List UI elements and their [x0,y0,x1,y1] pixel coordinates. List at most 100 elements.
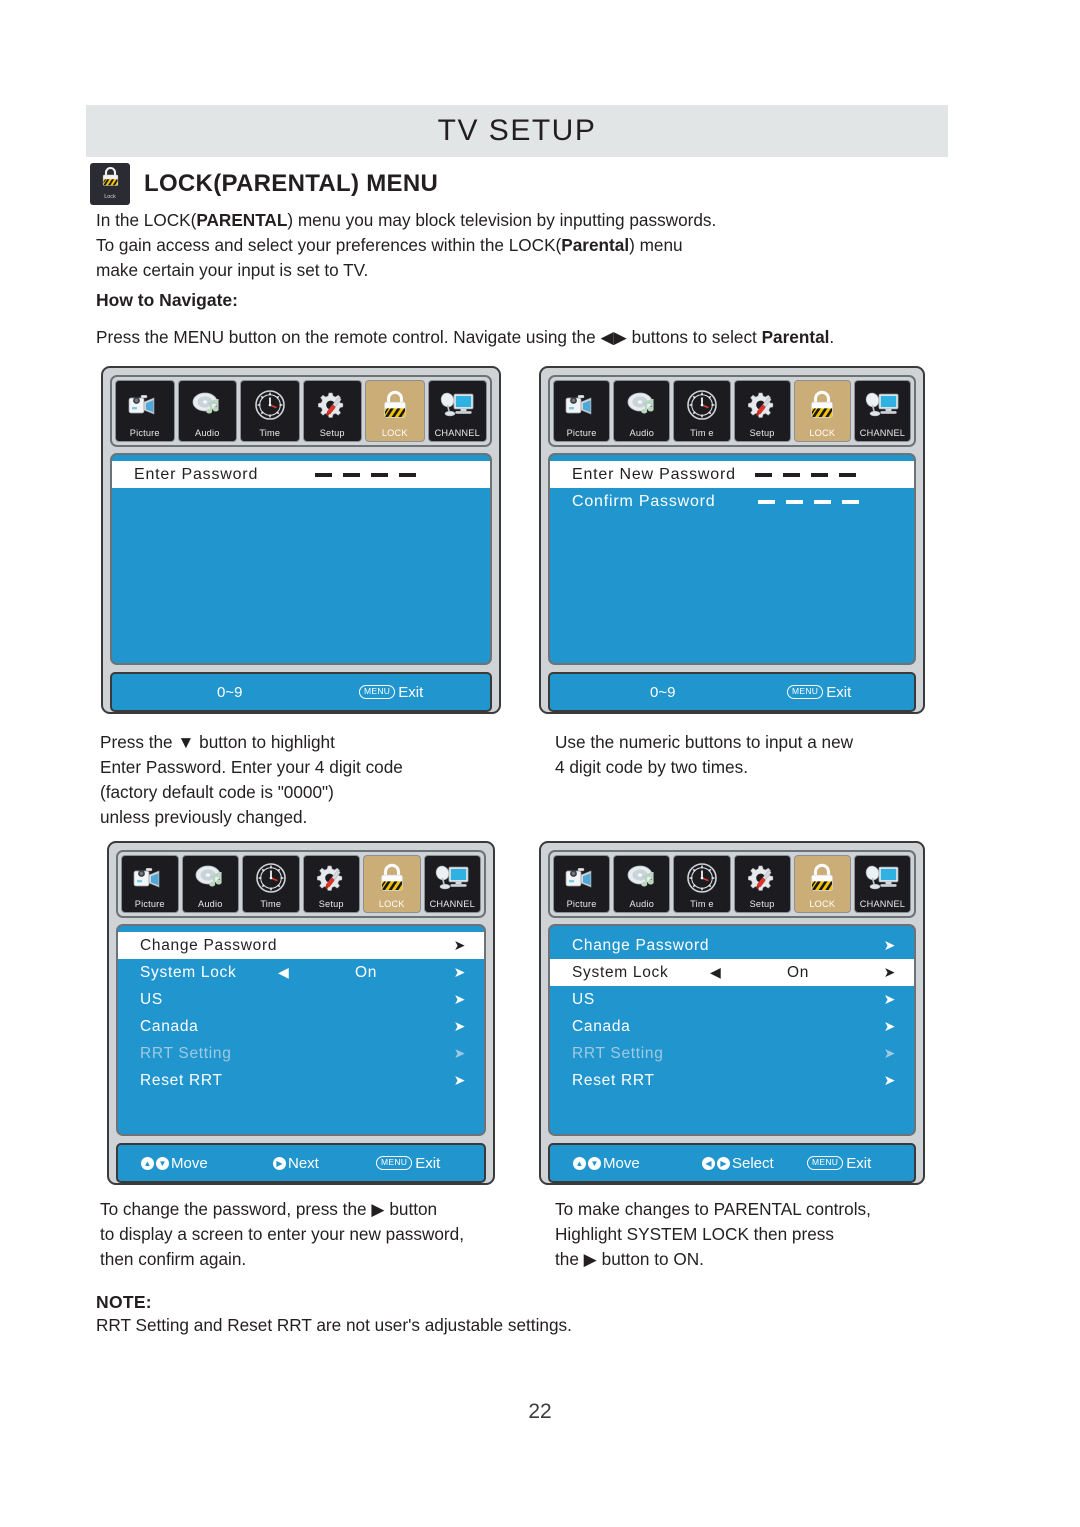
left-right-arrows-icon: ◀▶ [600,327,627,347]
menu-row-canada[interactable]: Canada ➤ [118,1013,484,1040]
submenu-arrow-icon[interactable]: ➤ [884,991,896,1008]
osd-tab-label: Tim e [690,428,714,438]
osd-tab-setup[interactable]: Setup [302,855,360,913]
osd-tab-lock[interactable]: LOCK [793,855,851,913]
intro-paragraph: In the LOCK(PARENTAL) menu you may block… [96,208,896,283]
footer-exit-label: Exit [846,1154,872,1172]
intro-line2-bold: Parental [561,235,630,255]
menu-row-label: Canada [140,1017,199,1035]
osd-tab-time[interactable]: Time [240,380,300,442]
menu-row-label: Reset RRT [572,1071,655,1089]
footer-exit-hint[interactable]: MENU Exit [376,1155,440,1172]
camcorder-icon [554,381,609,428]
submenu-arrow-icon[interactable]: ➤ [884,964,896,981]
page-title: TV SETUP [437,114,597,147]
osd-tab-channel[interactable]: CHANNEL [427,380,487,442]
osd-tab-bar: Picture Audio Time Setup LOCK CHANNEL [110,375,492,447]
menu-key-pill: MENU [807,1156,844,1170]
padlock-icon [795,381,850,428]
osd-tab-bar: Picture Audio Tim e Setup LOCK CHANNEL [548,850,916,918]
menu-row-system-lock[interactable]: System Lock ◀ On ➤ [118,959,484,986]
osd-tab-lock[interactable]: LOCK [365,380,425,442]
osd-tab-bar: Picture Audio Time Setup LOCK CHANNEL [116,850,486,918]
password-dashes [755,472,856,477]
osd-tab-picture[interactable]: Picture [553,855,611,913]
menu-row-canada[interactable]: Canada ➤ [550,1013,914,1040]
submenu-arrow-icon[interactable]: ➤ [884,1072,896,1089]
decrease-arrow-icon[interactable]: ◀ [278,964,289,981]
footer-exit-hint[interactable]: MENU Exit [807,1155,871,1172]
osd-tab-time[interactable]: Tim e [673,855,731,913]
osd-tab-channel[interactable]: CHANNEL [853,855,912,913]
menu-row-label: US [572,990,595,1008]
cd-music-note-icon [614,856,669,899]
submenu-arrow-icon[interactable]: ➤ [454,1018,466,1035]
menu-row-system-lock[interactable]: System Lock ◀ On ➤ [550,959,914,986]
osd-tab-setup[interactable]: Setup [733,855,791,913]
footer-move-label: Move [603,1154,640,1172]
cd-music-note-icon [179,381,237,428]
menu-row-us[interactable]: US ➤ [118,986,484,1013]
caption-enter-password: Press the ▼ button to highlight Enter Pa… [100,732,403,827]
submenu-arrow-icon[interactable]: ➤ [454,964,466,981]
footer-numeric-label: 0~9 [650,683,676,701]
osd-tab-label: Picture [566,899,597,909]
gear-screwdriver-icon [735,856,790,899]
osd-tab-channel[interactable]: CHANNEL [853,380,912,442]
submenu-arrow-icon[interactable]: ➤ [454,937,466,954]
menu-row-label: Confirm Password [572,492,716,510]
osd-tab-lock[interactable]: LOCK [793,380,851,442]
clock-icon [674,381,729,428]
osd-tab-setup[interactable]: Setup [733,380,791,442]
osd-tab-picture[interactable]: Picture [115,380,175,442]
caption-new-password: Use the numeric buttons to input a new 4… [555,732,854,777]
osd-tab-audio[interactable]: Audio [613,380,671,442]
osd-content-parental-2: Change Password ➤ System Lock ◀ On ➤ US ➤ Canada… [548,924,916,1136]
right-arrow-icon: ▶ [273,1156,286,1170]
menu-row-label: RRT Setting [572,1044,664,1062]
cd-music-note-icon [183,856,239,899]
gear-screwdriver-icon [735,381,790,428]
menu-row-label: System Lock [140,963,237,981]
osd-panel-parental-change-password: Picture Audio Time Setup LOCK CHANNEL Ch… [107,841,495,1185]
osd-tab-label: CHANNEL [434,428,480,438]
footer-numeric-label: 0~9 [217,683,243,701]
footer-exit-hint[interactable]: MENU Exit [787,684,851,701]
caption-change-password: To change the password, press the ▶ butt… [100,1199,464,1269]
footer-next-label: Next [288,1154,319,1172]
osd-tab-picture[interactable]: Picture [121,855,179,913]
osd-tab-time[interactable]: Time [242,855,300,913]
submenu-arrow-icon[interactable]: ➤ [884,937,896,954]
osd-panel-parental-system-lock: Picture Audio Tim e Setup LOCK CHANNEL C… [539,841,925,1185]
menu-row-reset-rrt[interactable]: Reset RRT ➤ [118,1067,484,1094]
submenu-arrow-icon[interactable]: ➤ [884,1018,896,1035]
osd-tab-picture[interactable]: Picture [553,380,611,442]
menu-row-enter-new-password[interactable]: Enter New Password [550,461,914,488]
decrease-arrow-icon[interactable]: ◀ [710,964,721,981]
menu-row-confirm-password[interactable]: Confirm Password [550,488,914,515]
osd-tab-channel[interactable]: CHANNEL [423,855,481,913]
menu-row-us[interactable]: US ➤ [550,986,914,1013]
osd-tab-label: Audio [629,899,654,909]
osd-tab-label: Setup [319,428,345,438]
osd-tab-time[interactable]: Tim e [673,380,731,442]
osd-tab-audio[interactable]: Audio [177,380,237,442]
menu-row-enter-password[interactable]: Enter Password [112,461,490,488]
osd-tab-setup[interactable]: Setup [302,380,362,442]
menu-row-change-password[interactable]: Change Password ➤ [118,932,484,959]
osd-tab-lock[interactable]: LOCK [363,855,421,913]
menu-row-reset-rrt[interactable]: Reset RRT ➤ [550,1067,914,1094]
menu-row-label: Change Password [572,936,710,954]
osd-tab-audio[interactable]: Audio [613,855,671,913]
footer-exit-hint[interactable]: MENU Exit [359,684,423,701]
page-title-bar: TV SETUP [86,105,948,157]
footer-next-hint: ▶ Next [273,1155,319,1172]
osd-tab-label: Setup [749,899,775,909]
up-arrow-icon: ▲ [573,1156,586,1170]
osd-tab-label: CHANNEL [859,428,906,438]
menu-row-change-password[interactable]: Change Password ➤ [550,932,914,959]
submenu-arrow-icon[interactable]: ➤ [454,1072,466,1089]
submenu-arrow-icon[interactable]: ➤ [454,991,466,1008]
section-heading: Lock LOCK(PARENTAL) MENU [90,163,438,205]
osd-tab-audio[interactable]: Audio [181,855,239,913]
